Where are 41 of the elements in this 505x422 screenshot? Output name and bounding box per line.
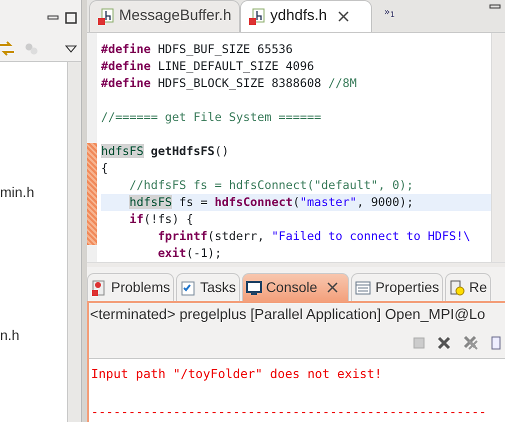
panel-tab[interactable]: Problems [87, 273, 174, 301]
file-icon [249, 8, 266, 26]
code-line: if(!fs) { [128, 211, 194, 228]
sync-arrows-icon[interactable] [0, 40, 14, 56]
close-all-icon[interactable] [463, 334, 479, 350]
close-icon[interactable] [327, 282, 338, 293]
monitor-icon [246, 280, 262, 296]
scrollbar[interactable] [491, 33, 505, 262]
panel-tab[interactable]: Console [242, 273, 350, 301]
file-item[interactable]: n.h [0, 325, 20, 346]
close-icon[interactable] [437, 336, 451, 350]
code-line: //====== get File System ====== [101, 109, 322, 126]
code-line: hdfsFS getHdfsFS() [101, 143, 230, 160]
console-header: <terminated> pregelplus [Parallel Application] Open_MPI@Lo [89, 306, 486, 325]
code-line: #define LINE_DEFAULT_SIZE 4096 [101, 58, 316, 75]
file-icon [98, 8, 114, 26]
code-line: #define HDFS_BLOCK_SIZE 8388608 //8M [101, 75, 358, 92]
dropdown-icon[interactable] [65, 44, 77, 52]
editor-tab[interactable]: ydhdfs.h [240, 0, 372, 32]
document-icon[interactable] [491, 336, 501, 350]
code-line: exit(-1); [156, 245, 223, 262]
code-line: #define HDFS_BUF_SIZE 65536 [101, 41, 294, 58]
console-output: Input path "/toyFolder" does not exist! ----------------------------------------------------- [89, 359, 505, 422]
panel-tab[interactable]: Tasks [176, 273, 240, 301]
code-line: fprintf(stderr, "Failed to connect to HDFS!\ [156, 228, 472, 245]
maximize-icon[interactable] [65, 12, 77, 24]
minimize-icon[interactable] [489, 4, 501, 10]
file-item[interactable]: min.h [0, 182, 34, 203]
scrollbar[interactable] [67, 62, 81, 422]
code-line: //hdfsFS fs = hdfsConnect("default", 0); [128, 177, 414, 194]
close-icon[interactable] [338, 11, 350, 22]
code-line: { [101, 160, 110, 177]
panel-tab[interactable]: Re [445, 273, 492, 301]
panel-tab[interactable]: Properties [351, 273, 444, 301]
editor-tab[interactable]: MessageBuffer.h [89, 0, 240, 32]
table-icon [355, 280, 372, 296]
minimize-icon[interactable] [47, 15, 59, 21]
problems-icon [91, 280, 107, 296]
scrollbar[interactable] [87, 262, 505, 267]
checklist-icon [180, 280, 196, 296]
overflow-count[interactable]: »$_{1}$ [384, 5, 395, 20]
